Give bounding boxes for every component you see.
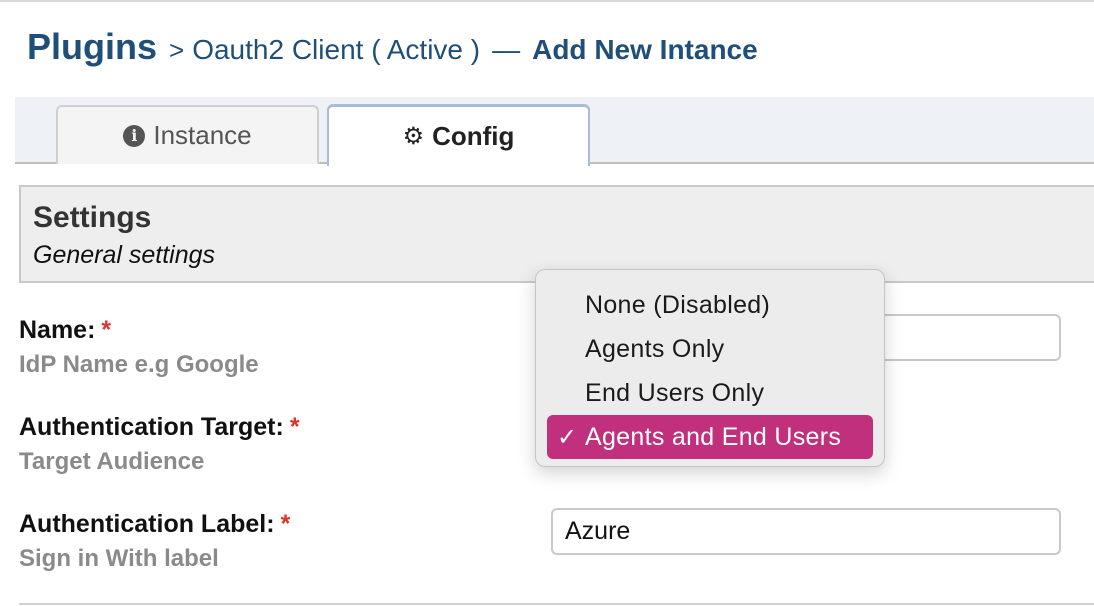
required-marker: *: [289, 413, 300, 441]
tab-instance[interactable]: i Instance: [56, 105, 319, 164]
checkmark-icon: ✓: [557, 423, 578, 451]
tab-bar: i Instance ⚙ Config: [15, 97, 1094, 166]
dropdown-option-end-users-only[interactable]: End Users Only: [547, 371, 873, 415]
breadcrumb: Plugins > Oauth2 Client ( Active ) — Add…: [27, 26, 758, 70]
breadcrumb-plugin-name[interactable]: Oauth2 Client ( Active ): [192, 34, 480, 66]
name-field-hint: IdP Name e.g Google: [19, 351, 259, 378]
name-label-text: Name:: [19, 316, 96, 344]
option-label: Agents and End Users: [585, 422, 842, 451]
auth-target-field-hint: Target Audience: [19, 448, 205, 475]
tab-instance-label: Instance: [153, 120, 252, 150]
breadcrumb-plugins-link[interactable]: Plugins: [27, 26, 157, 68]
breadcrumb-dash: —: [492, 34, 521, 65]
tab-config-label: Config: [432, 121, 515, 151]
option-label: None (Disabled): [585, 290, 771, 319]
info-circle-icon: i: [123, 124, 146, 147]
dropdown-option-agents-and-end-users[interactable]: ✓ Agents and End Users: [547, 415, 873, 459]
option-label: End Users Only: [585, 378, 765, 407]
option-label: Agents Only: [585, 334, 725, 363]
settings-subtitle: General settings: [33, 241, 216, 269]
required-marker: *: [101, 316, 112, 344]
dropdown-option-none[interactable]: None (Disabled): [547, 283, 873, 327]
top-divider: [0, 0, 1094, 2]
bottom-divider: [19, 603, 1094, 605]
auth-label-field-hint: Sign in With label: [19, 545, 219, 572]
required-marker: *: [280, 510, 291, 538]
name-field-label: Name: *: [19, 316, 111, 345]
dropdown-option-agents-only[interactable]: Agents Only: [547, 327, 873, 371]
page-title: Add New Intance: [532, 34, 758, 65]
auth-target-label-text: Authentication Target:: [19, 413, 284, 441]
auth-target-field-label: Authentication Target: *: [19, 413, 300, 442]
settings-title: Settings: [33, 201, 152, 234]
auth-target-dropdown-menu[interactable]: None (Disabled) Agents Only End Users On…: [535, 269, 885, 467]
gear-icon: ⚙: [402, 122, 425, 150]
auth-label-input[interactable]: [551, 508, 1061, 555]
auth-label-label-text: Authentication Label:: [19, 510, 275, 538]
breadcrumb-separator: >: [169, 35, 185, 65]
tab-config[interactable]: ⚙ Config: [327, 104, 590, 166]
auth-label-field-label: Authentication Label: *: [19, 510, 290, 539]
